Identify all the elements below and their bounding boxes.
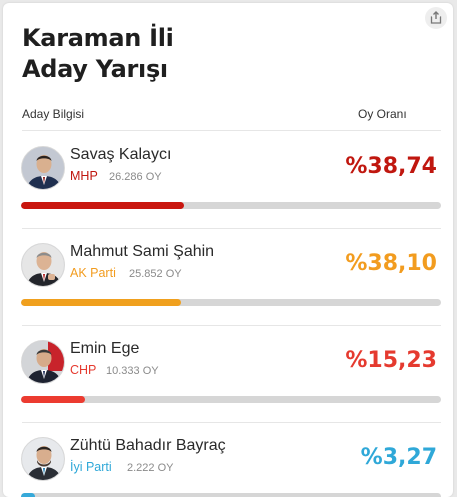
candidate-party: İyi Parti (70, 460, 112, 474)
title-line-2: Aday Yarışı (22, 55, 168, 83)
candidate-avatar (21, 340, 65, 384)
candidate-name: Savaş Kalaycı (70, 146, 172, 163)
candidate-name: Emin Ege (70, 340, 140, 357)
candidate-avatar (21, 437, 65, 481)
candidate-row: Savaş Kalaycı MHP 26.286 OY %38,74 (3, 131, 453, 228)
candidate-percent: %3,27 (360, 445, 437, 470)
candidate-avatar (21, 146, 65, 190)
candidate-votes: 25.852 OY (129, 268, 182, 280)
vote-share-fill (21, 299, 182, 306)
vote-share-fill (21, 202, 184, 209)
candidate-votes: 2.222 OY (127, 462, 174, 474)
share-button[interactable] (425, 7, 447, 29)
candidate-percent: %15,23 (345, 348, 437, 373)
candidate-row: Zühtü Bahadır Bayraç İyi Parti 2.222 OY … (3, 422, 453, 497)
candidate-party: AK Parti (70, 266, 116, 280)
vote-share-fill (21, 493, 35, 497)
candidate-name: Mahmut Sami Şahin (70, 243, 215, 260)
election-card: Karaman İli Aday Yarışı Aday Bilgisi Oy … (3, 3, 453, 497)
candidate-votes: 10.333 OY (106, 365, 159, 377)
candidate-avatar (21, 243, 65, 287)
candidate-party: MHP (70, 169, 98, 183)
candidate-votes: 26.286 OY (109, 171, 162, 183)
title-line-1: Karaman İli (22, 24, 174, 52)
share-icon (430, 9, 442, 28)
candidate-row: Emin Ege CHP 10.333 OY %15,23 (3, 325, 453, 422)
candidate-percent: %38,10 (345, 251, 437, 276)
vote-share-bar (21, 299, 441, 306)
vote-share-fill (21, 396, 85, 403)
column-header-rate: Oy Oranı (358, 107, 407, 121)
page-title: Karaman İli Aday Yarışı (22, 23, 174, 85)
column-header-candidate: Aday Bilgisi (22, 107, 85, 121)
candidate-party: CHP (70, 363, 97, 377)
candidate-percent: %38,74 (345, 154, 437, 179)
vote-share-bar (21, 493, 441, 497)
candidate-name: Zühtü Bahadır Bayraç (70, 437, 226, 454)
candidate-row: Mahmut Sami Şahin AK Parti 25.852 OY %38… (3, 228, 453, 325)
vote-share-bar (21, 202, 441, 209)
vote-share-bar (21, 396, 441, 403)
